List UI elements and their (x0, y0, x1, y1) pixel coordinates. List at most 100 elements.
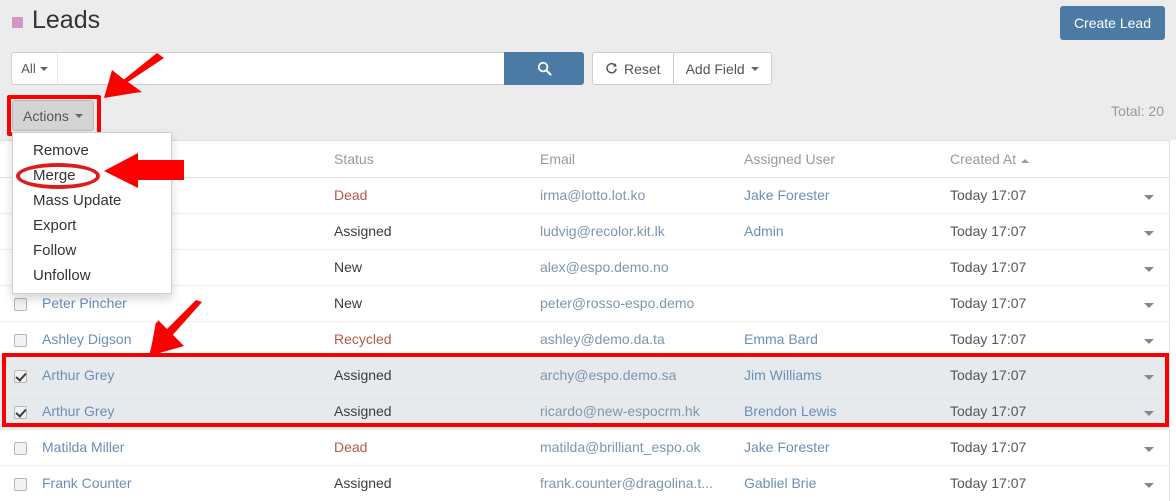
table-row[interactable]: Frank Counter Assigned frank.counter@drago… (0, 465, 1176, 501)
email-cell: ludvig@recolor.kit.lk (540, 213, 744, 249)
table-row[interactable]: Assigned ludvig@recolor.kit.lk Admin Today … (0, 213, 1176, 249)
lead-name-link[interactable]: Matilda Miller (42, 439, 124, 455)
refresh-icon (606, 62, 617, 74)
row-menu-chevron-down-icon[interactable] (1144, 483, 1154, 488)
email-link[interactable]: frank.counter@dragolina.t... (540, 475, 713, 491)
actions-menu-item-follow[interactable]: Follow (13, 238, 171, 263)
email-link[interactable]: ludvig@recolor.kit.lk (540, 223, 665, 239)
actions-button[interactable]: Actions (12, 100, 94, 131)
email-link[interactable]: irma@lotto.lot.ko (540, 187, 645, 203)
search-scope-dropdown[interactable]: All (11, 52, 57, 85)
email-link[interactable]: matilda@brilliant_espo.ok (540, 439, 701, 455)
email-link[interactable]: peter@rosso-espo.demo (540, 295, 694, 311)
row-menu-chevron-down-icon[interactable] (1144, 375, 1154, 380)
magnifier-icon (537, 61, 552, 76)
status-cell: Recycled (334, 331, 392, 347)
email-link[interactable]: ricardo@new-espocrm.hk (540, 403, 700, 419)
row-menu-chevron-down-icon[interactable] (1144, 195, 1154, 200)
row-menu-header (1122, 141, 1176, 178)
reset-label: Reset (624, 60, 661, 77)
search-toolbar: All Reset Add Field (11, 52, 772, 85)
entity-color-square-icon (12, 16, 23, 28)
email-cell: ricardo@new-espocrm.hk (540, 393, 744, 429)
actions-menu-item-mass-update[interactable]: Mass Update (13, 188, 171, 213)
assigned-user-link[interactable]: Jake Forester (744, 439, 830, 455)
table-row[interactable]: Arthur Grey Assigned archy@espo.demo.sa Jim… (0, 357, 1176, 393)
actions-label: Actions (23, 107, 69, 124)
row-menu-cell (1122, 465, 1176, 501)
email-cell: peter@rosso-espo.demo (540, 285, 744, 321)
assigned-user-cell: Emma Bard (744, 321, 950, 357)
table-scroll-gutter[interactable] (1169, 140, 1176, 501)
created-at-cell: Today 17:07 (950, 295, 1027, 311)
row-checkbox[interactable] (14, 297, 27, 311)
email-link[interactable]: archy@espo.demo.sa (540, 367, 676, 383)
table-row[interactable]: Matilda Miller Dead matilda@brilliant_espo… (0, 429, 1176, 465)
row-checkbox[interactable] (14, 369, 27, 383)
assigned-user-link[interactable]: Emma Bard (744, 331, 818, 347)
actions-menu-item-export[interactable]: Export (13, 213, 171, 238)
total-count-label: Total: 20 (1111, 103, 1164, 119)
row-menu-chevron-down-icon[interactable] (1144, 447, 1154, 452)
table-row[interactable]: Dead irma@lotto.lot.ko Jake Forester Today … (0, 177, 1176, 213)
actions-menu-item-merge[interactable]: Merge (13, 163, 171, 188)
email-link[interactable]: ashley@demo.da.ta (540, 331, 665, 347)
created-at-header[interactable]: Created At (950, 141, 1122, 178)
actions-menu-item-remove[interactable]: Remove (13, 138, 171, 163)
assigned-user-link[interactable]: Jake Forester (744, 187, 830, 203)
assigned-user-header[interactable]: Assigned User (744, 141, 950, 178)
table-row[interactable]: New alex@espo.demo.no Today 17:07 (0, 249, 1176, 285)
table-row[interactable]: Arthur Grey Assigned ricardo@new-espocrm.h… (0, 393, 1176, 429)
row-menu-cell (1122, 357, 1176, 393)
row-select-cell (0, 321, 42, 357)
row-menu-chevron-down-icon[interactable] (1144, 303, 1154, 308)
row-menu-chevron-down-icon[interactable] (1144, 267, 1154, 272)
row-menu-cell (1122, 177, 1176, 213)
table-row[interactable]: Peter Pincher New peter@rosso-espo.demo Tod… (0, 285, 1176, 321)
actions-menu-item-unfollow[interactable]: Unfollow (13, 263, 171, 288)
table-row[interactable]: Ashley Digson Recycled ashley@demo.da.ta Em… (0, 321, 1176, 357)
search-input[interactable] (57, 52, 504, 85)
lead-name-cell: Arthur Grey (42, 357, 334, 393)
row-select-cell (0, 393, 42, 429)
add-field-label: Add Field (685, 60, 745, 77)
email-cell: matilda@brilliant_espo.ok (540, 429, 744, 465)
reset-button[interactable]: Reset (592, 52, 674, 85)
lead-name-cell: Ashley Digson (42, 321, 334, 357)
row-select-cell (0, 429, 42, 465)
assigned-user-cell: Admin (744, 213, 950, 249)
row-checkbox[interactable] (14, 333, 27, 347)
lead-name-link[interactable]: Frank Counter (42, 475, 131, 491)
table-header-row: Status Email Assigned User Created At (0, 141, 1176, 178)
assigned-user-link[interactable]: Admin (744, 223, 784, 239)
row-checkbox[interactable] (14, 405, 27, 419)
create-lead-button[interactable]: Create Lead (1059, 6, 1165, 40)
status-header[interactable]: Status (334, 141, 540, 178)
add-field-button[interactable]: Add Field (673, 52, 772, 85)
assigned-user-link[interactable]: Jim Williams (744, 367, 822, 383)
assigned-user-cell: Brendon Lewis (744, 393, 950, 429)
row-checkbox[interactable] (14, 477, 27, 491)
page-title-wrap: Leads (12, 5, 100, 35)
created-at-cell: Today 17:07 (950, 223, 1027, 239)
lead-name-link[interactable]: Arthur Grey (42, 403, 114, 419)
row-menu-chevron-down-icon[interactable] (1144, 339, 1154, 344)
sort-ascending-icon (1021, 158, 1030, 163)
lead-name-cell: Arthur Grey (42, 393, 334, 429)
row-checkbox[interactable] (14, 441, 27, 455)
email-cell: frank.counter@dragolina.t... (540, 465, 744, 501)
created-at-cell: Today 17:07 (950, 187, 1027, 203)
assigned-user-link[interactable]: Gabliel Brie (744, 475, 816, 491)
lead-name-link[interactable]: Arthur Grey (42, 367, 114, 383)
assigned-user-link[interactable]: Brendon Lewis (744, 403, 837, 419)
email-link[interactable]: alex@espo.demo.no (540, 259, 669, 275)
assigned-user-cell: Jake Forester (744, 429, 950, 465)
created-at-label: Created At (950, 150, 1017, 167)
row-select-cell (0, 465, 42, 501)
lead-name-link[interactable]: Ashley Digson (42, 331, 132, 347)
email-header[interactable]: Email (540, 141, 744, 178)
lead-name-link[interactable]: Peter Pincher (42, 295, 127, 311)
row-menu-chevron-down-icon[interactable] (1144, 231, 1154, 236)
row-menu-chevron-down-icon[interactable] (1144, 411, 1154, 416)
search-button[interactable] (504, 52, 584, 85)
